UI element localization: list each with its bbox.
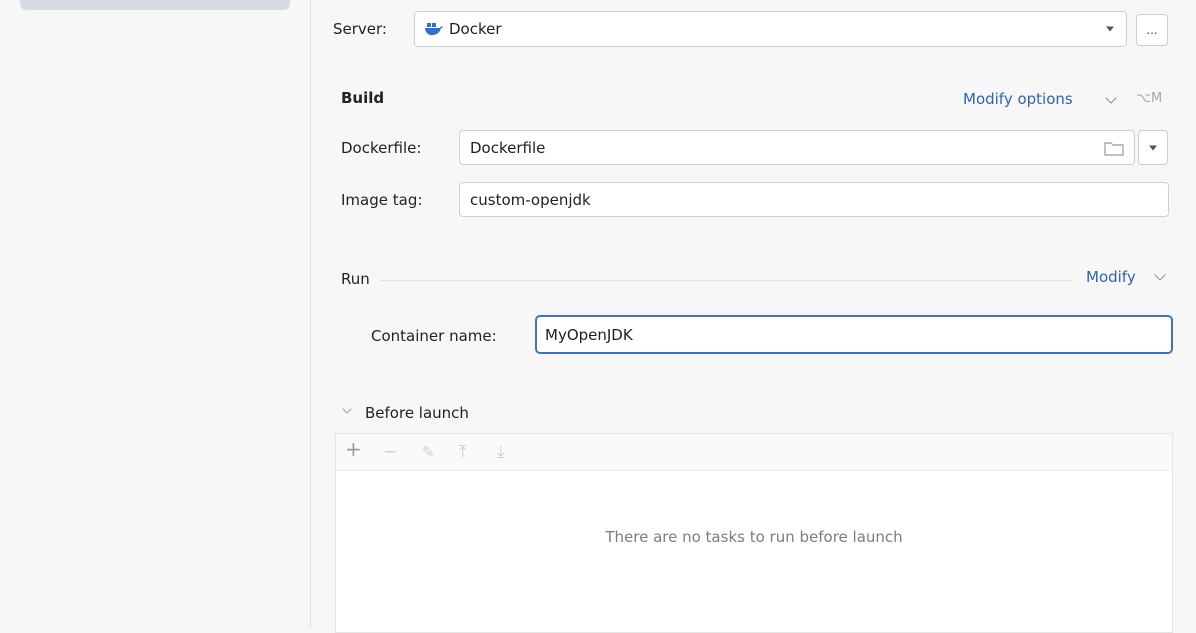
- image-tag-value: custom-openjdk: [470, 190, 591, 209]
- dockerfile-label: Dockerfile:: [341, 139, 422, 157]
- container-name-value: MyOpenJDK: [545, 325, 633, 344]
- add-icon[interactable]: +: [345, 439, 362, 459]
- remove-icon[interactable]: −: [383, 442, 397, 462]
- container-name-field[interactable]: MyOpenJDK: [535, 315, 1173, 354]
- move-down-icon[interactable]: ⤓: [497, 442, 505, 462]
- server-select-value: Docker: [449, 20, 502, 38]
- folder-icon[interactable]: [1104, 140, 1124, 160]
- build-heading: Build: [341, 89, 385, 107]
- before-launch-heading[interactable]: Before launch: [365, 404, 469, 422]
- before-launch-toolbar: + − ✎ ⤒ ⤓: [336, 434, 1172, 471]
- modify-options-link[interactable]: Modify options: [963, 90, 1073, 108]
- dockerfile-value: Dockerfile: [470, 138, 546, 157]
- dockerfile-field[interactable]: Dockerfile: [459, 130, 1135, 165]
- chevron-down-icon: [1106, 26, 1114, 32]
- modify-options-shortcut: ⌥M: [1136, 91, 1163, 106]
- move-up-icon[interactable]: ⤒: [459, 442, 467, 462]
- sidebar-selected-item[interactable]: [20, 0, 290, 10]
- server-label: Server:: [333, 20, 387, 38]
- sidebar: [0, 0, 311, 628]
- before-launch-panel: + − ✎ ⤒ ⤓ There are no tasks to run befo…: [335, 433, 1173, 633]
- empty-tasks-message: There are no tasks to run before launch: [605, 528, 903, 546]
- server-more-button[interactable]: ...: [1136, 14, 1168, 46]
- modify-link[interactable]: Modify: [1086, 268, 1136, 286]
- chevron-down-icon: [1149, 145, 1157, 150]
- run-heading: Run: [341, 270, 370, 288]
- image-tag-field[interactable]: custom-openjdk: [459, 182, 1169, 217]
- edit-icon[interactable]: ✎: [422, 442, 435, 462]
- dockerfile-history-button[interactable]: [1138, 130, 1168, 165]
- server-select[interactable]: Docker: [414, 11, 1127, 47]
- run-separator: [380, 280, 1072, 281]
- docker-icon: [425, 19, 443, 36]
- container-name-label: Container name:: [371, 327, 497, 345]
- image-tag-label: Image tag:: [341, 191, 423, 209]
